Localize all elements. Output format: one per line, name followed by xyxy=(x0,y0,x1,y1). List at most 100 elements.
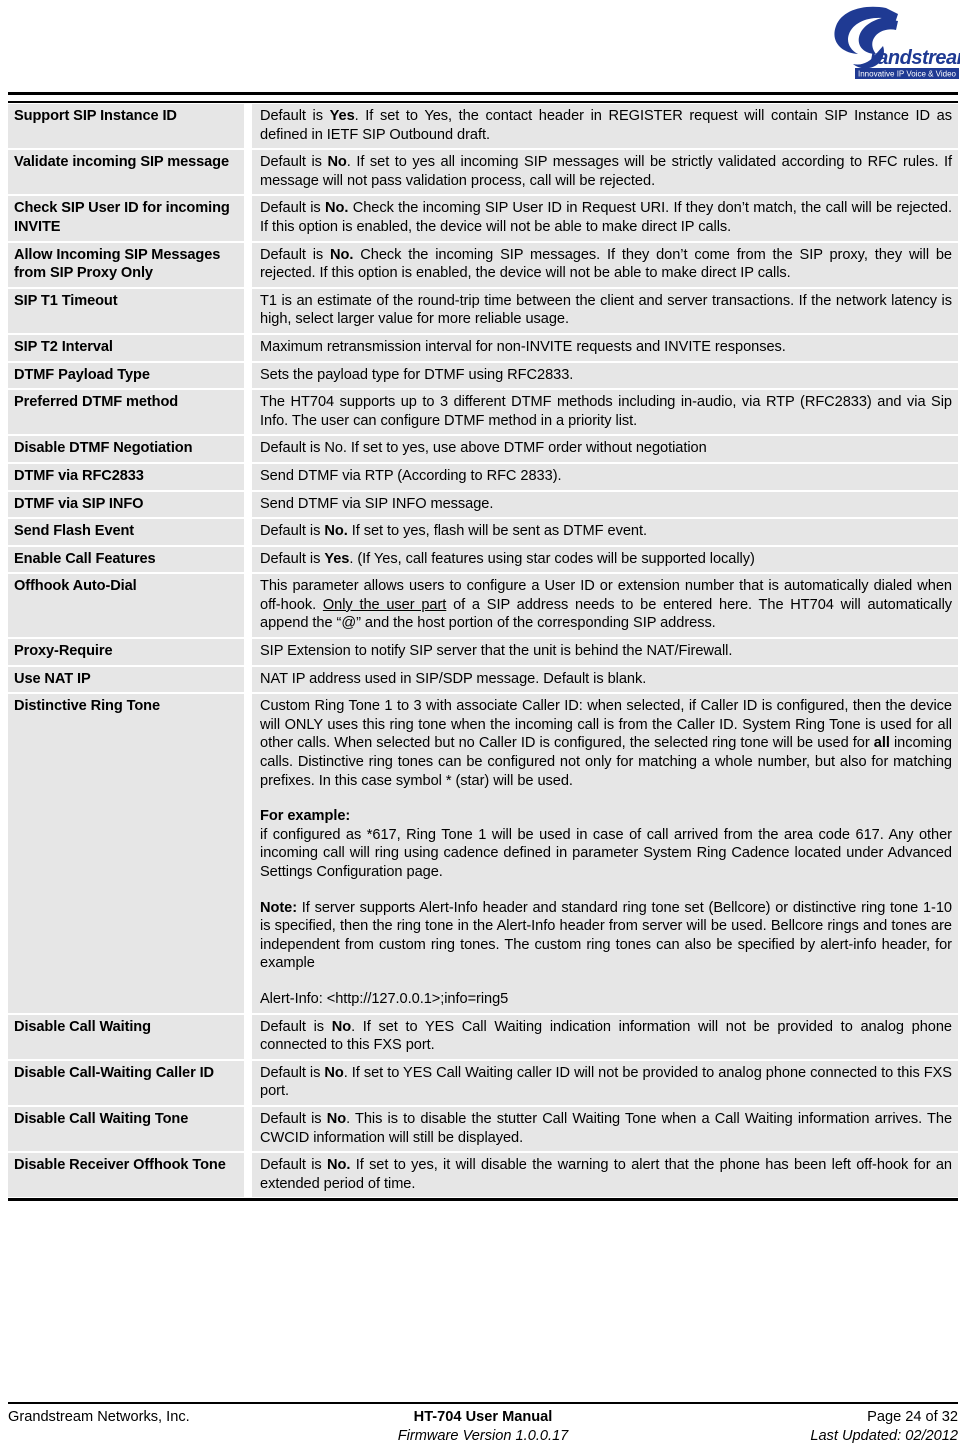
emphasis-text: No. xyxy=(327,1157,351,1174)
plain-text: if configured as *617, Ring Tone 1 will … xyxy=(260,826,952,880)
table-row: Disable Call-Waiting Caller ID Default is… xyxy=(8,1059,958,1107)
table-row: Support SIP Instance ID Default is Yes. I… xyxy=(8,104,958,151)
table-row: Disable Receiver Offhook Tone Default is … xyxy=(8,1152,958,1198)
emphasis-text: No xyxy=(326,1110,347,1127)
footer-firmware-version: Firmware Version 1.0.0.17 xyxy=(397,1428,569,1444)
footer-manual-title: HT-704 User Manual xyxy=(413,1409,553,1425)
parameter-name-cell: Enable Call Features xyxy=(8,545,252,575)
parameter-name-cell: Disable Receiver Offhook Tone xyxy=(8,1152,252,1198)
table-row: Check SIP User ID for incoming INVITE Def… xyxy=(8,195,958,243)
emphasis-text: No. xyxy=(324,523,348,540)
description-paragraph: The HT704 supports up to 3 different DTM… xyxy=(260,393,952,430)
description-paragraph: Default is Yes. (If Yes, call features u… xyxy=(260,550,952,569)
description-paragraph: Default is No. If set to YES Call Waitin… xyxy=(260,1064,952,1101)
description-paragraph: Send DTMF via SIP INFO message. xyxy=(260,495,952,514)
parameter-name-cell: SIP T2 Interval xyxy=(8,333,252,363)
table-row: DTMF via SIP INFO Send DTMF via SIP INFO … xyxy=(8,490,958,520)
plain-text: The HT704 supports up to 3 different DTM… xyxy=(260,394,952,429)
parameter-description-cell: Default is No. If set to yes, it will di… xyxy=(248,1152,958,1198)
plain-text: . If set to YES Call Waiting indication … xyxy=(260,1018,952,1054)
description-paragraph: if configured as *617, Ring Tone 1 will … xyxy=(260,826,952,882)
parameter-name-cell: Check SIP User ID for incoming INVITE xyxy=(8,195,252,243)
parameter-name-cell: Preferred DTMF method xyxy=(8,389,252,437)
footer-company: Grandstream Networks, Inc. xyxy=(8,1409,190,1425)
svg-text:Innovative IP Voice & Video: Innovative IP Voice & Video xyxy=(858,70,957,79)
description-paragraph: T1 is an estimate of the round-trip time… xyxy=(260,292,952,329)
plain-text: . This is to disable the stutter Call Wa… xyxy=(260,1110,953,1146)
footer-page-number: Page 24 of 32 xyxy=(867,1409,959,1425)
parameter-name-cell: Disable DTMF Negotiation xyxy=(8,435,252,464)
table-row: Disable DTMF Negotiation Default is No. I… xyxy=(8,435,958,464)
parameter-description-cell: Maximum retransmission interval for non-… xyxy=(248,333,958,363)
plain-text: Default is xyxy=(260,1018,332,1035)
description-paragraph: For example: xyxy=(260,807,952,826)
description-paragraph: Default is No. Check the incoming SIP Us… xyxy=(260,199,952,236)
plain-text: If set to yes, it will disable the warni… xyxy=(260,1157,952,1192)
emphasis-text: Note: xyxy=(260,899,298,916)
plain-text: . (If Yes, call features using star code… xyxy=(349,550,755,567)
plain-text: Send DTMF via SIP INFO message. xyxy=(260,495,494,512)
sip-settings-table-container: Support SIP Instance ID Default is Yes. I… xyxy=(8,92,958,1202)
plain-text: Default is xyxy=(260,523,325,540)
table-top-border xyxy=(8,92,958,103)
emphasis-text: No xyxy=(324,1064,344,1081)
plain-text: Default is xyxy=(260,550,325,567)
parameter-name-cell: Offhook Auto-Dial xyxy=(8,573,252,640)
table-row: DTMF Payload Type Sets the payload type f… xyxy=(8,361,958,391)
plain-text: Sets the payload type for DTMF using RFC… xyxy=(260,366,574,383)
parameter-name-cell: Disable Call-Waiting Caller ID xyxy=(8,1059,252,1107)
emphasis-text: No. xyxy=(330,246,354,263)
underlined-text: Only the user part xyxy=(322,596,447,613)
parameter-name-cell: DTMF Payload Type xyxy=(8,361,252,391)
page-header: randstream Innovative IP Voice & Video xyxy=(0,0,966,92)
footer-separator xyxy=(8,1402,958,1404)
description-paragraph: Default is No. Check the incoming SIP me… xyxy=(260,246,952,283)
parameter-name-cell: DTMF via SIP INFO xyxy=(8,490,252,520)
parameter-description-cell: Default is No. Check the incoming SIP Us… xyxy=(248,195,958,243)
parameter-name-cell: Validate incoming SIP message xyxy=(8,149,252,197)
description-paragraph: SIP Extension to notify SIP server that … xyxy=(260,642,952,661)
parameter-name-cell: Distinctive Ring Tone xyxy=(8,693,252,1015)
table-row: DTMF via RFC2833 Send DTMF via RTP (Accor… xyxy=(8,462,958,492)
emphasis-text: Yes xyxy=(324,550,350,567)
svg-text:randstream: randstream xyxy=(870,47,960,69)
parameter-name-cell: SIP T1 Timeout xyxy=(8,287,252,335)
parameter-description-cell: Sets the payload type for DTMF using RFC… xyxy=(248,361,958,391)
description-paragraph: Default is No. If set to yes, flash will… xyxy=(260,522,952,541)
description-paragraph: Default is No. This is to disable the st… xyxy=(260,1110,952,1147)
parameter-description-cell: This parameter allows users to configure… xyxy=(248,573,958,640)
parameter-name-cell: Send Flash Event xyxy=(8,518,252,547)
plain-text: T1 is an estimate of the round-trip time… xyxy=(260,292,952,328)
parameter-name-cell: Allow Incoming SIP Messages from SIP Pro… xyxy=(8,241,252,289)
plain-text: Check the incoming SIP User ID in Reques… xyxy=(260,200,953,235)
parameter-description-cell: Default is Yes. If set to Yes, the conta… xyxy=(248,104,958,151)
plain-text: NAT IP address used in SIP/SDP message. … xyxy=(260,670,647,687)
description-paragraph: Default is Yes. If set to Yes, the conta… xyxy=(260,107,952,144)
parameter-name-cell: Use NAT IP xyxy=(8,665,252,695)
plain-text: SIP Extension to notify SIP server that … xyxy=(260,643,733,660)
parameter-description-cell: T1 is an estimate of the round-trip time… xyxy=(248,287,958,335)
plain-text: . If set to YES Call Waiting caller ID w… xyxy=(260,1064,952,1100)
table-row: Use NAT IP NAT IP address used in SIP/SDP… xyxy=(8,665,958,695)
grandstream-logo: randstream Innovative IP Voice & Video xyxy=(820,4,960,84)
plain-text: Default is xyxy=(260,1110,327,1127)
grandstream-logo-icon: randstream Innovative IP Voice & Video xyxy=(834,6,960,79)
parameter-description-cell: Default is Yes. (If Yes, call features u… xyxy=(248,545,958,575)
table-row: Validate incoming SIP message Default is … xyxy=(8,149,958,197)
plain-text: Default is xyxy=(260,154,328,171)
description-paragraph: NAT IP address used in SIP/SDP message. … xyxy=(260,670,952,689)
description-paragraph: Default is No. If set to yes all incomin… xyxy=(260,153,952,190)
parameter-name-cell: Proxy-Require xyxy=(8,638,252,667)
footer-last-updated: Last Updated: 02/2012 xyxy=(810,1428,959,1444)
plain-text: Default is xyxy=(260,1064,325,1081)
table-row: Enable Call Features Default is Yes. (If … xyxy=(8,545,958,575)
description-paragraph: Sets the payload type for DTMF using RFC… xyxy=(260,366,952,385)
plain-text: If set to yes, flash will be sent as DTM… xyxy=(347,523,647,540)
table-row: Offhook Auto-Dial This parameter allows u… xyxy=(8,573,958,640)
parameter-name-cell: DTMF via RFC2833 xyxy=(8,462,252,492)
table-row: SIP T2 Interval Maximum retransmission in… xyxy=(8,333,958,363)
description-paragraph: Note: If server supports Alert-Info head… xyxy=(260,899,952,973)
plain-text: . If set to yes all incoming SIP message… xyxy=(260,154,953,189)
description-paragraph: This parameter allows users to configure… xyxy=(260,577,952,633)
emphasis-text: No xyxy=(331,1018,352,1035)
